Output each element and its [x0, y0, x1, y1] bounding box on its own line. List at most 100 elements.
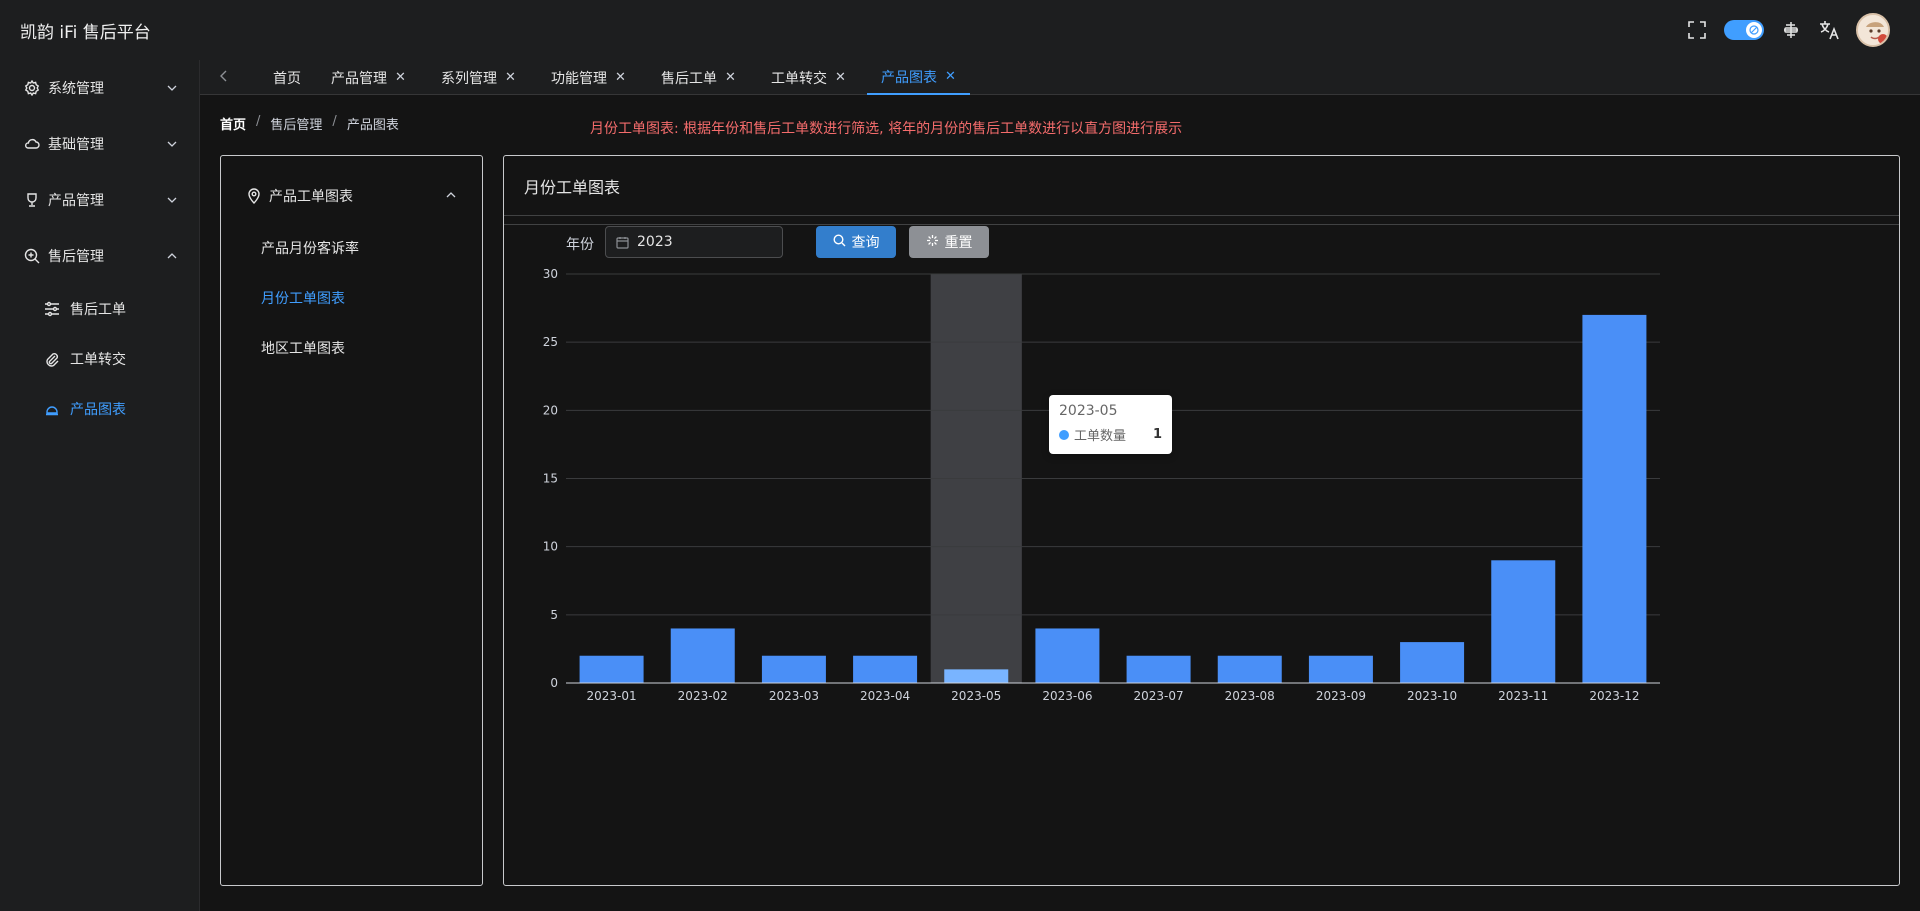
x-tick-label: 2023-01 — [587, 689, 637, 703]
app-title: 凯韵 iFi 售后平台 — [20, 22, 151, 43]
tab-product-charts[interactable]: 产品图表 ✕ — [867, 60, 970, 95]
close-icon[interactable]: ✕ — [615, 70, 626, 85]
close-icon[interactable]: ✕ — [835, 70, 846, 85]
chart-menu-panel: 产品工单图表 产品月份客诉率 月份工单图表 地区工单图表 — [220, 155, 483, 886]
bar — [579, 655, 644, 683]
paperclip-icon — [44, 351, 60, 367]
avatar[interactable] — [1856, 13, 1890, 47]
x-tick-label: 2023-09 — [1316, 689, 1366, 703]
chart-card: 月份工单图表 年份 2023 查询 重置 0 5 10 15 20 25 30 2023-01… — [503, 155, 1900, 886]
bar — [1400, 642, 1465, 683]
chart-menu-group[interactable]: 产品工单图表 — [247, 184, 457, 208]
zoom-in-icon — [24, 248, 40, 264]
sliders-icon — [44, 301, 60, 317]
bar — [1035, 628, 1100, 683]
y-tick-label: 15 — [543, 472, 558, 486]
breadcrumb: 首页 / 售后管理 / 产品图表 — [220, 114, 399, 133]
tab-label: 工单转交 — [771, 70, 827, 87]
bar — [1582, 314, 1647, 683]
fullscreen-icon[interactable] — [1686, 19, 1708, 41]
bar — [1308, 655, 1373, 683]
tab-bar: 首页 产品管理 ✕ 系列管理 ✕ 功能管理 ✕ 售后工单 ✕ 工单转交 ✕ 产品图表 ✕ — [200, 60, 1920, 95]
chevron-left-icon[interactable] — [218, 69, 230, 87]
bell-icon — [44, 401, 60, 417]
bar — [670, 628, 735, 683]
tab-function-management[interactable]: 功能管理 ✕ — [551, 60, 626, 95]
x-tick-label: 2023-10 — [1407, 689, 1457, 703]
header-tools — [1686, 0, 1890, 60]
tab-label: 售后工单 — [661, 70, 717, 87]
sidebar-item-order-transfer[interactable]: 工单转交 — [0, 334, 200, 384]
sidebar-group-label: 产品管理 — [48, 193, 104, 209]
bar — [761, 655, 826, 683]
bar — [1491, 560, 1556, 683]
y-tick-label: 30 — [543, 267, 558, 281]
translate-icon[interactable] — [1818, 19, 1840, 41]
sidebar-group-system[interactable]: 系统管理 — [0, 60, 200, 116]
chevron-up-icon — [166, 250, 178, 266]
breadcrumb-item: 售后管理 — [270, 118, 323, 133]
sidebar-group-basic[interactable]: 基础管理 — [0, 116, 200, 172]
chevron-down-icon — [166, 138, 178, 154]
chart-description-notice: 月份工单图表: 根据年份和售后工单数进行筛选, 将年的月份的售后工单数进行以直方… — [590, 121, 1183, 137]
tab-label: 产品图表 — [881, 69, 937, 86]
x-tick-label: 2023-07 — [1134, 689, 1184, 703]
chart-menu-item-regional-orders[interactable]: 地区工单图表 — [261, 338, 345, 358]
sidebar-group-product[interactable]: 产品管理 — [0, 172, 200, 228]
chart-menu-item-complaint-rate[interactable]: 产品月份客诉率 — [261, 238, 359, 258]
bar — [1126, 655, 1191, 683]
tooltip-title: 2023-05 — [1059, 403, 1118, 419]
close-icon[interactable]: ✕ — [945, 69, 956, 84]
sidebar-group-label: 基础管理 — [48, 137, 104, 153]
breadcrumb-item[interactable]: 首页 — [220, 114, 246, 133]
chevron-up-icon — [445, 189, 457, 205]
y-tick-label: 5 — [550, 608, 558, 622]
chart-tooltip: 2023-05 工单数量 1 — [1049, 395, 1172, 454]
sidebar-item-label: 工单转交 — [70, 352, 126, 368]
app-header: 凯韵 iFi 售后平台 — [0, 0, 1920, 60]
x-tick-label: 2023-06 — [1042, 689, 1092, 703]
tab-order-transfer[interactable]: 工单转交 ✕ — [771, 60, 846, 95]
x-tick-label: 2023-12 — [1589, 689, 1639, 703]
tab-aftersales-orders[interactable]: 售后工单 ✕ — [661, 60, 736, 95]
tab-product-management[interactable]: 产品管理 ✕ — [331, 60, 406, 95]
sidebar-item-label: 售后工单 — [70, 302, 126, 318]
gear-icon — [24, 80, 40, 96]
sidebar-item-label: 产品图表 — [70, 402, 126, 418]
x-tick-label: 2023-08 — [1225, 689, 1275, 703]
tab-home[interactable]: 首页 — [273, 60, 301, 95]
theme-toggle[interactable] — [1724, 20, 1764, 40]
x-tick-label: 2023-11 — [1498, 689, 1548, 703]
bar — [1217, 655, 1282, 683]
tab-label: 产品管理 — [331, 70, 387, 87]
moon-icon — [1746, 22, 1762, 38]
sidebar-item-aftersales-orders[interactable]: 售后工单 — [0, 284, 200, 334]
sidebar-item-product-charts[interactable]: 产品图表 — [0, 384, 200, 434]
sidebar-group-label: 系统管理 — [48, 81, 104, 97]
tab-label: 首页 — [273, 70, 301, 87]
x-tick-label: 2023-03 — [769, 689, 819, 703]
tab-label: 功能管理 — [551, 70, 607, 87]
tooltip-value: 1 — [1152, 427, 1162, 442]
bar — [944, 669, 1009, 683]
breadcrumb-separator: / — [256, 114, 261, 129]
x-tick-label: 2023-04 — [860, 689, 910, 703]
tab-series-management[interactable]: 系列管理 ✕ — [441, 60, 516, 95]
y-tick-label: 10 — [543, 540, 558, 554]
sidebar-group-label: 售后管理 — [48, 249, 104, 265]
sidebar-group-aftersales[interactable]: 售后管理 — [0, 228, 200, 284]
close-icon[interactable]: ✕ — [725, 70, 736, 85]
layout-icon[interactable] — [1780, 19, 1802, 41]
tooltip-series-name: 工单数量 — [1074, 429, 1127, 444]
close-icon[interactable]: ✕ — [505, 70, 516, 85]
tooltip-row: 工单数量 1 — [1059, 425, 1162, 444]
y-tick-label: 25 — [543, 335, 558, 349]
y-tick-label: 20 — [543, 403, 558, 417]
close-icon[interactable]: ✕ — [395, 70, 406, 85]
bar — [853, 655, 918, 683]
location-icon — [247, 188, 261, 204]
sidebar: 系统管理 基础管理 产品管理 售后管理 售后工单 工单转交 产品图表 — [0, 60, 200, 911]
chart-menu-group-label: 产品工单图表 — [269, 189, 353, 205]
breadcrumb-separator: / — [332, 114, 337, 129]
chart-menu-item-monthly-orders[interactable]: 月份工单图表 — [261, 288, 345, 308]
